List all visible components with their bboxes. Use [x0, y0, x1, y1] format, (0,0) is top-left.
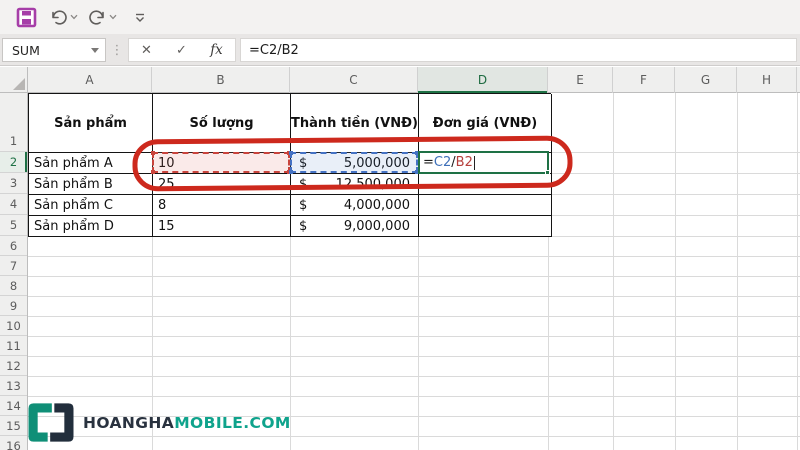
- formula-part-reference-b2: B2: [455, 155, 473, 170]
- formula-bar-drag-handle[interactable]: ⋮: [110, 38, 124, 62]
- cell-a4[interactable]: Sản phẩm C: [29, 195, 153, 216]
- undo-dropdown-button[interactable]: [70, 4, 78, 30]
- row-header-2[interactable]: 2: [0, 152, 27, 173]
- cell-c5[interactable]: $ 9,000,000: [291, 216, 419, 237]
- quick-access-toolbar: [0, 0, 800, 34]
- fill-handle[interactable]: [545, 170, 550, 175]
- chevron-down-icon: [70, 14, 78, 20]
- name-box-value: SUM: [12, 42, 40, 58]
- table-header-product[interactable]: Sản phẩm: [29, 94, 153, 153]
- save-button[interactable]: [13, 4, 39, 30]
- cell-a5[interactable]: Sản phẩm D: [29, 216, 153, 237]
- row-header-4[interactable]: 4: [0, 194, 27, 215]
- row-header-7[interactable]: 7: [0, 256, 27, 276]
- column-header-d[interactable]: D: [418, 67, 548, 93]
- formula-bar: SUM ⋮ ✕ ✓ fx =C2/B2: [0, 34, 800, 66]
- formula-part: =: [423, 155, 434, 170]
- watermark: HOANGHAMOBILE.COM: [26, 401, 291, 444]
- row-header-11[interactable]: 11: [0, 336, 27, 356]
- cell-c4[interactable]: $ 4,000,000: [291, 195, 419, 216]
- cell-d4[interactable]: [419, 195, 552, 216]
- currency-symbol: $: [299, 218, 308, 234]
- amount-value: 9,000,000: [343, 218, 410, 234]
- table-header-unit-price[interactable]: Đơn giá (VNĐ): [419, 94, 552, 153]
- row-header-1[interactable]: 1: [0, 93, 27, 152]
- row-header-3[interactable]: 3: [0, 173, 27, 194]
- row-header-13[interactable]: 13: [0, 376, 27, 396]
- column-header-e[interactable]: E: [548, 67, 613, 93]
- cell-d5[interactable]: [419, 216, 552, 237]
- select-all-button[interactable]: [0, 67, 28, 93]
- row-header-8[interactable]: 8: [0, 276, 27, 296]
- enter-button[interactable]: ✓: [164, 39, 199, 61]
- column-header-h[interactable]: H: [737, 67, 797, 93]
- formula-input[interactable]: =C2/B2: [240, 38, 797, 62]
- column-header-a[interactable]: A: [28, 67, 152, 93]
- amount-value: 4,000,000: [343, 197, 410, 213]
- cell-c3[interactable]: $ 12,500,000: [291, 174, 419, 195]
- insert-function-button[interactable]: fx: [199, 39, 234, 61]
- cancel-button[interactable]: ✕: [129, 39, 164, 61]
- row-header-14[interactable]: 14: [0, 396, 27, 416]
- watermark-text: HOANGHAMOBILE.COM: [83, 414, 291, 432]
- row-header-5[interactable]: 5: [0, 215, 27, 236]
- cell-d3[interactable]: [419, 174, 552, 195]
- brand-suffix: MOBILE.COM: [174, 413, 291, 432]
- cell-b3[interactable]: 25: [153, 174, 291, 195]
- redo-icon: [89, 9, 104, 25]
- formula-bar-buttons: ✕ ✓ fx: [128, 38, 236, 62]
- column-header-c[interactable]: C: [290, 67, 418, 93]
- reference-marquee-b2: [151, 151, 291, 174]
- redo-button[interactable]: [88, 4, 107, 30]
- name-box-dropdown-icon[interactable]: [85, 47, 105, 53]
- reference-marquee-c2: [289, 151, 419, 174]
- formula-part-reference-c2: C2: [433, 155, 452, 170]
- row-header-9[interactable]: 9: [0, 296, 27, 316]
- table-header-total[interactable]: Thành tiền (VNĐ): [291, 94, 419, 153]
- row-header-15[interactable]: 15: [0, 416, 27, 436]
- cell-d2-editor[interactable]: = C2/B2: [418, 151, 550, 175]
- brand-prefix: HOANGHA: [83, 413, 175, 432]
- text-cursor: [473, 155, 475, 170]
- selection-handle: [289, 170, 293, 174]
- row-header-12[interactable]: 12: [0, 356, 27, 376]
- customize-quick-access-toolbar-button[interactable]: [133, 4, 147, 30]
- chevron-down-icon: [109, 14, 117, 20]
- customize-toolbar-icon: [136, 13, 144, 22]
- save-icon: [16, 7, 36, 27]
- redo-dropdown-button[interactable]: [109, 4, 117, 30]
- undo-button[interactable]: [49, 4, 68, 30]
- row-headers: 1 2 3 4 5 6 7 8 9 10 11 12 13 14 15 16: [0, 93, 28, 450]
- column-header-b[interactable]: B: [152, 67, 290, 93]
- cell-a2[interactable]: Sản phẩm A: [29, 153, 153, 174]
- cell-a3[interactable]: Sản phẩm B: [29, 174, 153, 195]
- row-header-6[interactable]: 6: [0, 236, 27, 256]
- currency-symbol: $: [299, 197, 308, 213]
- column-header-f[interactable]: F: [613, 67, 675, 93]
- excel-window: SUM ⋮ ✕ ✓ fx =C2/B2 A B C D E F G H 1 2 …: [0, 0, 800, 450]
- column-header-g[interactable]: G: [675, 67, 737, 93]
- selection-handle: [289, 151, 293, 155]
- formula-text: =C2/B2: [249, 42, 299, 58]
- selection-handle: [151, 151, 155, 155]
- amount-value: 12,500,000: [335, 176, 410, 192]
- brand-logo-icon: [28, 403, 74, 442]
- name-box[interactable]: SUM: [2, 38, 106, 62]
- cell-b4[interactable]: 8: [153, 195, 291, 216]
- selection-handle: [151, 170, 155, 174]
- select-all-triangle-icon: [13, 78, 25, 90]
- undo-icon: [52, 9, 67, 25]
- table-header-quantity[interactable]: Số lượng: [153, 94, 291, 153]
- row-header-10[interactable]: 10: [0, 316, 27, 336]
- row-header-16[interactable]: 16: [0, 436, 27, 450]
- currency-symbol: $: [299, 176, 308, 192]
- column-headers: A B C D E F G H: [28, 67, 800, 93]
- cell-b5[interactable]: 15: [153, 216, 291, 237]
